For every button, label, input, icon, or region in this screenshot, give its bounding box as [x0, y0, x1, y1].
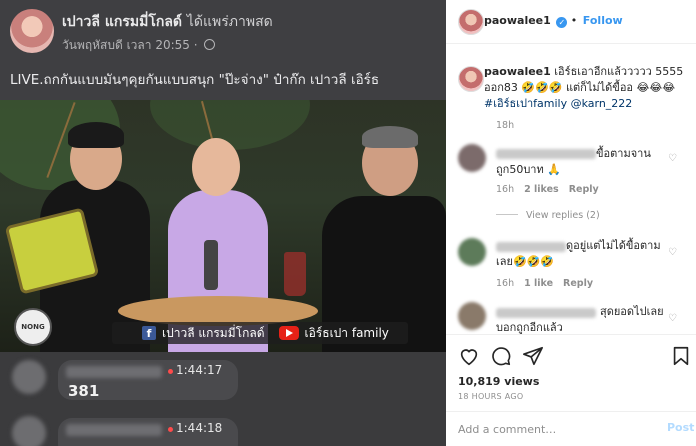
live-comment-time: 1:44:17	[176, 363, 223, 377]
post-media: เปาวลี แกรมมี่โกลด์ ได้แพร่ภาพสด วันพฤหั…	[0, 0, 446, 446]
comment-likes[interactable]: 2 likes	[524, 184, 559, 195]
channel-logo: NONG KRATHIN	[14, 308, 52, 346]
post-button[interactable]: Post	[667, 421, 694, 434]
comment-likes[interactable]: 1 like	[524, 278, 553, 289]
commenter-avatar[interactable]	[458, 144, 486, 172]
commenter-name-redacted	[66, 424, 162, 436]
post-actions: 10,819 views 18 HOURS AGO Post	[446, 334, 696, 446]
comment-age: 16h	[496, 278, 515, 289]
verified-badge-icon: ✓	[556, 17, 568, 28]
caption-age: 18h	[496, 120, 515, 131]
facebook-live-status: ได้แพร่ภาพสด	[186, 14, 273, 30]
like-heart-icon[interactable]	[458, 345, 480, 367]
comment-text: ขื้อตามจาน ถูก50บาท 🙏	[496, 147, 651, 176]
commenter-avatar[interactable]	[458, 302, 486, 330]
host-left-hair	[68, 122, 124, 148]
drink-cup	[284, 252, 306, 296]
facebook-page-name: เปาวลี แกรมมี่โกลด์ ได้แพร่ภาพสด	[62, 11, 273, 33]
live-dot-icon	[168, 369, 173, 374]
caption-username[interactable]: paowalee1	[484, 65, 551, 78]
live-comment-bubble: 1:44:18	[58, 418, 238, 446]
separator-dot: •	[570, 14, 578, 27]
comment-icon[interactable]	[490, 345, 512, 367]
host-right-hair	[362, 126, 418, 148]
host-middle-head	[192, 138, 240, 196]
reply-button[interactable]: Reply	[569, 184, 599, 195]
heart-icon[interactable]: ♡	[668, 154, 678, 164]
live-comment-time: 1:44:18	[176, 421, 223, 435]
brand-overlay: f เปาวลี แกรมมี่โกลด์ เอิร์ธเปา family	[112, 322, 408, 344]
profile-avatar[interactable]	[458, 9, 484, 35]
comment-text: สุดยอดไปเลย บอกถูกอีกแล้ว	[496, 305, 664, 334]
views-count[interactable]: 10,819 views	[458, 375, 539, 388]
bookmark-icon[interactable]	[670, 345, 692, 367]
post-header: paowalee1 ✓ • Follow	[446, 0, 696, 44]
comment-age: 16h	[496, 184, 515, 195]
facebook-icon: f	[142, 326, 156, 340]
caption-hashtags[interactable]: #เอิร์ธเปาfamily @karn_222	[484, 97, 632, 110]
live-comment: 1:44:18	[0, 410, 446, 446]
facebook-page-name-text: เปาวลี แกรมมี่โกลด์	[62, 14, 182, 30]
facebook-timestamp-text: วันพฤหัสบดี เวลา 20:55 ·	[62, 38, 198, 52]
facebook-post-header: เปาวลี แกรมมี่โกลด์ ได้แพร่ภาพสด วันพฤหั…	[0, 0, 446, 100]
commenter-name-redacted	[66, 366, 162, 378]
live-comment-text: 381	[68, 382, 100, 400]
heart-icon[interactable]: ♡	[668, 248, 678, 258]
instagram-side-panel: paowalee1 ✓ • Follow paowalee1 เอิร์ธเอา…	[446, 0, 696, 446]
live-comment: 1:44:17 381	[0, 356, 446, 404]
caption-avatar[interactable]	[458, 66, 484, 92]
post-time: 18 HOURS AGO	[458, 392, 524, 401]
live-comment-bubble: 1:44:17 381	[58, 360, 238, 400]
heart-icon[interactable]: ♡	[668, 314, 678, 324]
commenter-avatar[interactable]	[458, 238, 486, 266]
facebook-caption: LIVE.ถกกันแบบมันๆคุยกันแบบสนุก "ป๊ะจ่าง"…	[10, 72, 380, 88]
comment-meta: 16h 2 likes Reply	[496, 184, 599, 195]
share-icon[interactable]	[522, 345, 544, 367]
commenter-avatar	[12, 416, 46, 446]
reply-button[interactable]: Reply	[563, 278, 593, 289]
facebook-timestamp: วันพฤหัสบดี เวลา 20:55 ·	[62, 36, 216, 55]
live-video-frame: NONG KRATHIN f เปาวลี แกรมมี่โกลด์ เอิร์…	[0, 100, 446, 352]
follow-button[interactable]: Follow	[583, 14, 623, 27]
commenter-avatar	[12, 360, 46, 394]
comment-input[interactable]	[458, 420, 648, 438]
globe-icon	[204, 39, 216, 50]
brand-youtube-label: เอิร์ธเปา family	[304, 325, 389, 340]
live-dot-icon	[168, 427, 173, 432]
caption-text: paowalee1 เอิร์ธเอาอีกแล้ววววว 5555 ออก8…	[484, 64, 689, 112]
brand-facebook-label: เปาวลี แกรมมี่โกลด์	[162, 325, 265, 340]
comment-text: ดูอยู่แต่ไม่ได้ขื้อตามเลย🤣🤣🤣	[496, 239, 661, 268]
add-comment-bar: Post	[446, 411, 696, 446]
username-link[interactable]: paowalee1	[484, 14, 551, 27]
view-replies-button[interactable]: View replies (2)	[496, 210, 600, 221]
microphone	[204, 240, 218, 290]
comment-meta: 16h 1 like Reply	[496, 278, 593, 289]
facebook-page-avatar	[10, 9, 54, 53]
youtube-icon	[278, 326, 299, 340]
header-user: paowalee1 ✓ • Follow	[484, 14, 623, 28]
